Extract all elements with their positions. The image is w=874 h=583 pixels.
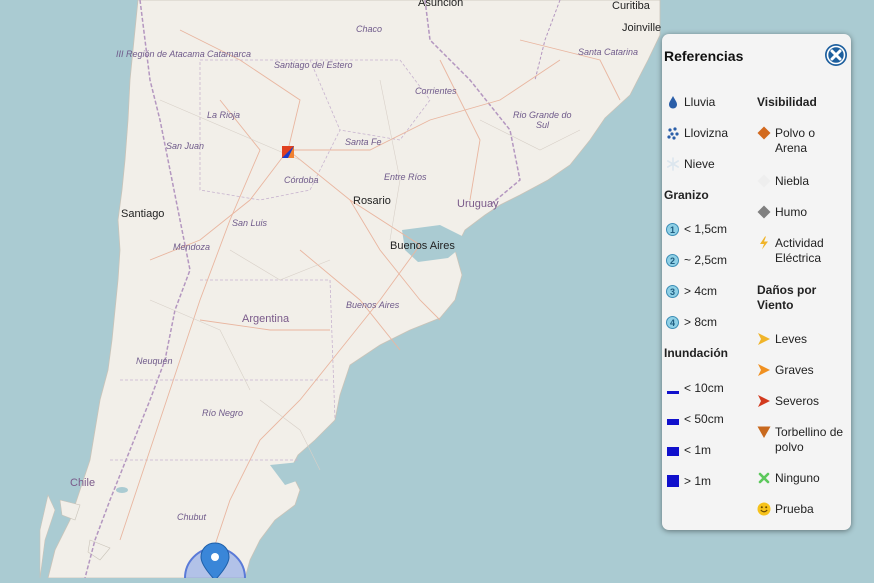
legend-label: Graves bbox=[775, 363, 814, 377]
smoke-diamond-icon bbox=[757, 205, 771, 219]
legend-item-nieve: Nieve bbox=[666, 157, 715, 172]
legend-label: Leves bbox=[775, 332, 808, 346]
fog-diamond-icon bbox=[757, 174, 771, 188]
legend-item-granizo-1: 1 < 1,5cm bbox=[666, 222, 727, 237]
legend-item-inundacion-4: > 1m bbox=[666, 474, 711, 489]
legend-label: < 1,5cm bbox=[684, 222, 728, 236]
legend-label: Torbellino de polvo bbox=[775, 425, 844, 454]
smiley-icon bbox=[757, 502, 771, 516]
wind-light-arrow-icon bbox=[758, 333, 770, 345]
legend-label: Severos bbox=[775, 394, 820, 408]
lightning-icon bbox=[760, 236, 768, 250]
legend-label: > 1m bbox=[684, 474, 712, 488]
snowflake-icon bbox=[667, 157, 679, 171]
hail-1-icon: 1 bbox=[666, 223, 679, 236]
legend-label: Llovizna bbox=[684, 126, 729, 140]
legend-label: < 10cm bbox=[684, 381, 724, 395]
event-marker[interactable] bbox=[282, 146, 294, 158]
legend-item-granizo-2: 2 ~ 2,5cm bbox=[666, 253, 727, 268]
cross-icon bbox=[758, 472, 770, 484]
hail-2-icon: 2 bbox=[666, 254, 679, 267]
drizzle-icon bbox=[667, 127, 679, 140]
legend-item-ninguno: Ninguno bbox=[757, 471, 820, 486]
hail-3-icon: 3 bbox=[666, 285, 679, 298]
hail-4-icon: 4 bbox=[666, 316, 679, 329]
dust-diamond-icon bbox=[757, 126, 771, 140]
legend-item-actividad: Actividad Eléctrica bbox=[757, 236, 849, 266]
legend-item-graves: Graves bbox=[757, 363, 814, 378]
legend-item-inundacion-2: < 50cm bbox=[666, 412, 724, 427]
legend-item-lluvia: Lluvia bbox=[666, 95, 715, 110]
legend-label: < 1m bbox=[684, 443, 712, 457]
legend-item-torbellino: Torbellino de polvo bbox=[757, 425, 851, 455]
legend-label: Prueba bbox=[775, 502, 814, 516]
legend-label: < 50cm bbox=[684, 412, 724, 426]
legend-label: Ninguno bbox=[775, 471, 820, 485]
wind-medium-arrow-icon bbox=[758, 364, 770, 376]
legend-item-polvo: Polvo o Arena bbox=[757, 126, 849, 156]
flood-level-4-icon bbox=[667, 475, 679, 487]
legend-title: Referencias bbox=[664, 48, 744, 64]
raindrop-icon bbox=[669, 96, 677, 109]
flood-level-3-icon bbox=[667, 447, 679, 456]
legend-label: > 8cm bbox=[684, 315, 718, 329]
close-icon[interactable] bbox=[824, 43, 848, 67]
legend-item-prueba: Prueba bbox=[757, 502, 814, 517]
wind-severe-arrow-icon bbox=[758, 395, 770, 407]
legend-item-severos: Severos bbox=[757, 394, 819, 409]
legend-heading-granizo: Granizo bbox=[664, 188, 709, 202]
legend-label: > 4cm bbox=[684, 284, 718, 298]
dust-devil-triangle-icon bbox=[757, 426, 771, 438]
legend-label: Lluvia bbox=[684, 95, 716, 109]
legend-label: Niebla bbox=[775, 174, 810, 188]
legend-label: ~ 2,5cm bbox=[684, 253, 728, 267]
legend-item-humo: Humo bbox=[757, 205, 807, 220]
legend-item-inundacion-3: < 1m bbox=[666, 443, 711, 458]
legend-panel: Referencias Lluvia Llovizna Nieve Graniz… bbox=[662, 34, 851, 530]
legend-label: Actividad Eléctrica bbox=[775, 236, 824, 265]
legend-item-niebla: Niebla bbox=[757, 174, 809, 189]
flood-level-1-icon bbox=[667, 391, 679, 394]
legend-heading-danos: Daños por Viento bbox=[757, 283, 817, 312]
legend-heading-inundacion: Inundación bbox=[664, 346, 728, 360]
legend-item-llovizna: Llovizna bbox=[666, 126, 728, 141]
legend-item-inundacion-1: < 10cm bbox=[666, 381, 724, 396]
legend-heading-visibilidad: Visibilidad bbox=[757, 95, 817, 109]
legend-item-leves: Leves bbox=[757, 332, 807, 347]
flood-level-2-icon bbox=[667, 419, 679, 425]
legend-label: Polvo o Arena bbox=[775, 126, 816, 155]
legend-item-granizo-4: 4 > 8cm bbox=[666, 315, 717, 330]
legend-label: Nieve bbox=[684, 157, 715, 171]
legend-label: Humo bbox=[775, 205, 808, 219]
legend-item-granizo-3: 3 > 4cm bbox=[666, 284, 717, 299]
